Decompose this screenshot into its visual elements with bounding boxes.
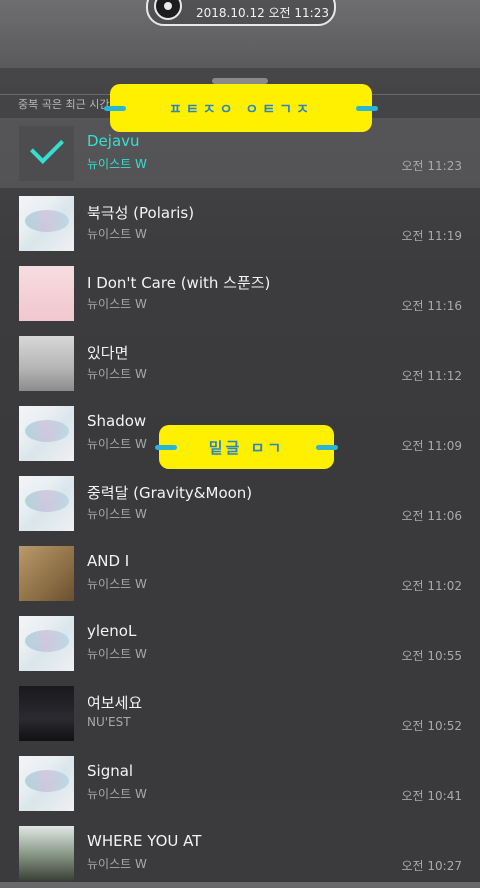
date-pill[interactable]: 2018.10.12 오전 11:23	[146, 0, 336, 26]
top-area: 2018.10.12 오전 11:23	[0, 0, 480, 68]
album-art-swirl	[25, 770, 69, 792]
song-row[interactable]: 여보세요 NU'EST 오전 10:52	[0, 678, 480, 748]
song-row[interactable]: 있다면뉴이스트 W 오전 11:12	[0, 328, 480, 398]
song-row[interactable]: 중력달 (Gravity&Moon) 뉴이스트 W 오전 11:06	[0, 468, 480, 538]
sticker-top: ㅍㅌㅈㅇ ㅇㅌㄱㅈ	[104, 84, 378, 132]
album-art	[19, 616, 74, 671]
song-artist: 뉴이스트 W	[87, 297, 147, 311]
album-art	[19, 476, 74, 531]
song-row[interactable]: 북극성 (Polaris) 뉴이스트 W 오전 11:19	[0, 188, 480, 258]
song-row[interactable]: I Don't Care (with 스푼즈) 뉴이스트 W 오전 11:16	[0, 258, 480, 328]
song-title: 있다면	[87, 344, 129, 362]
album-art	[19, 336, 74, 391]
song-title: ylenoL	[87, 622, 137, 640]
album-art-swirl	[25, 490, 69, 512]
song-title: 북극성 (Polaris)	[87, 204, 195, 222]
date-time: 2018.10.12 오전 11:23	[196, 6, 329, 20]
played-time: 오전 11:12	[401, 369, 462, 383]
song-artist: 뉴이스트 W	[87, 367, 147, 381]
song-artist: 뉴이스트 W	[87, 227, 147, 241]
album-art	[19, 546, 74, 601]
album-art	[19, 266, 74, 321]
album-art-figures	[23, 281, 70, 315]
album-art	[19, 686, 74, 741]
played-time: 오전 11:02	[401, 579, 462, 593]
album-art-figures	[23, 561, 70, 595]
album-art	[19, 826, 74, 881]
song-artist: 뉴이스트 W	[87, 577, 147, 591]
album-art	[19, 126, 74, 181]
played-time: 오전 11:09	[401, 439, 462, 453]
sticker-top-label: ㅍㅌㅈㅇ ㅇㅌㄱㅈ	[169, 102, 313, 118]
song-row[interactable]: AND I 뉴이스트 W 오전 11:02	[0, 538, 480, 608]
album-art-swirl	[25, 210, 69, 232]
disc-icon	[154, 0, 182, 20]
played-time: 오전 11:06	[401, 509, 462, 523]
song-title: Dejavu	[87, 132, 140, 150]
list-subtitle: 중복 곡은 최근 시간	[18, 98, 110, 111]
played-time: 오전 10:52	[401, 719, 462, 733]
song-artist: 뉴이스트 W	[87, 157, 147, 171]
played-time: 오전 11:23	[401, 159, 462, 173]
sticker-middle-label: 밑글 ㅁㄱ	[208, 439, 285, 457]
played-time: 오전 10:55	[401, 649, 462, 663]
song-row[interactable]: WHERE YOU AT 뉴이스트 W 오전 10:27	[0, 818, 480, 888]
song-artist: NU'EST	[87, 715, 131, 729]
played-time: 오전 10:27	[401, 859, 462, 873]
album-art-swirl	[25, 630, 69, 652]
now-playing-check-icon	[30, 130, 64, 164]
album-art-figures	[23, 701, 70, 735]
song-artist: 뉴이스트 W	[87, 647, 147, 661]
song-title: Shadow	[87, 412, 147, 430]
sticker-middle: 밑글 ㅁㄱ	[155, 425, 338, 469]
played-time: 오전 11:19	[401, 229, 462, 243]
album-art-swirl	[25, 420, 69, 442]
song-title: Signal	[87, 762, 134, 780]
song-title: AND I	[87, 552, 130, 570]
played-time: 오전 10:41	[401, 789, 462, 803]
song-artist: 뉴이스트 W	[87, 437, 147, 451]
song-artist: 뉴이스트 W	[87, 787, 147, 801]
album-art	[19, 196, 74, 251]
song-title: 중력달 (Gravity&Moon)	[87, 484, 253, 502]
played-time: 오전 11:16	[401, 299, 462, 313]
song-title: 여보세요	[87, 694, 143, 712]
song-artist: 뉴이스트 W	[87, 857, 147, 871]
song-row[interactable]: ylenoL 뉴이스트 W 오전 10:55	[0, 608, 480, 678]
album-art	[19, 406, 74, 461]
album-art-figures	[23, 841, 70, 875]
song-artist: 뉴이스트 W	[87, 507, 147, 521]
album-art	[19, 756, 74, 811]
song-title: WHERE YOU AT	[87, 832, 202, 850]
album-art-figures	[23, 351, 70, 385]
song-row[interactable]: Signal 뉴이스트 W 오전 10:41	[0, 748, 480, 818]
song-title: I Don't Care (with 스푼즈)	[87, 274, 271, 292]
